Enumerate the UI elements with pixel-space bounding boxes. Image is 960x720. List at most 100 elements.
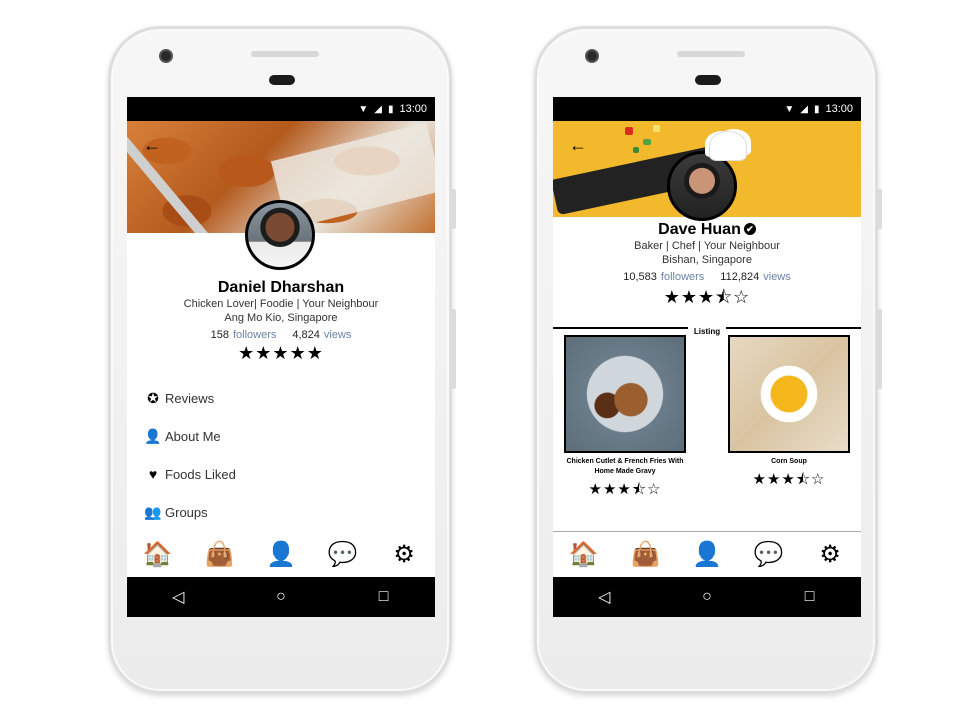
listing-image[interactable] bbox=[728, 335, 850, 453]
heart-icon: ♥ bbox=[148, 466, 158, 482]
cover-veg bbox=[625, 127, 633, 135]
system-nav-bar: ◁ ○ □ bbox=[553, 577, 861, 617]
person-icon: 👤 bbox=[144, 427, 162, 444]
menu-item-foods-liked[interactable]: ♥ Foods Liked bbox=[143, 455, 236, 493]
nav-recent-icon[interactable]: □ bbox=[364, 588, 404, 606]
screen-right: ▼ ◢ ▮ 13:00 ← Dave Huan ✔ Baker | Chef | … bbox=[553, 97, 861, 617]
battery-icon: ▮ bbox=[387, 103, 394, 115]
chef-hat-icon bbox=[709, 131, 747, 161]
power-button[interactable] bbox=[877, 189, 882, 229]
wifi-icon: ▼ bbox=[784, 103, 795, 115]
avatar[interactable] bbox=[667, 151, 737, 221]
cover-veg bbox=[653, 125, 660, 132]
status-time: 13:00 bbox=[399, 103, 427, 115]
profile-name: Daniel Dharshan bbox=[217, 279, 345, 296]
stage: ▼ ◢ ▮ 13:00 ← Daniel Dharshan Chicken Lo… bbox=[0, 0, 960, 720]
listing-cards: Chicken Cutlet & French Fries With Home … bbox=[553, 335, 861, 504]
profile-stats: 158 followers 4,824 views bbox=[127, 329, 435, 341]
nav-home-icon[interactable]: ○ bbox=[687, 588, 727, 606]
profile-name-row: Dave Huan ✔ bbox=[553, 221, 861, 239]
profile-tagline: Baker | Chef | Your Neighbour bbox=[634, 240, 780, 252]
shopping-bag-icon[interactable]: 👜 bbox=[199, 540, 239, 569]
chat-icon[interactable]: 💬 bbox=[749, 540, 789, 569]
speaker-grille bbox=[251, 51, 319, 57]
screen-left: ▼ ◢ ▮ 13:00 ← Daniel Dharshan Chicken Lo… bbox=[127, 97, 435, 617]
bottom-tab-bar: 🏠 👜 👤 💬 ⚙ bbox=[127, 531, 435, 577]
listing-card[interactable]: Chicken Cutlet & French Fries With Home … bbox=[563, 335, 687, 504]
phone-right: ▼ ◢ ▮ 13:00 ← Dave Huan ✔ Baker | Chef | … bbox=[534, 26, 882, 694]
views-count: 112,824 bbox=[720, 271, 760, 283]
status-bar: ▼ ◢ ▮ 13:00 bbox=[553, 97, 861, 121]
back-arrow-icon[interactable]: ← bbox=[569, 135, 587, 156]
menu-item-groups[interactable]: 👥 Groups bbox=[143, 493, 236, 531]
listing-rating-stars: ★★★⯪☆ bbox=[588, 481, 662, 498]
chat-icon[interactable]: 💬 bbox=[323, 540, 363, 569]
profile-icon[interactable]: 👤 bbox=[687, 540, 727, 569]
profile-location: Bishan, Singapore bbox=[662, 254, 752, 266]
profile-tagline: Chicken Lover| Foodie | Your Neighbour bbox=[183, 298, 379, 310]
profile-info: Daniel Dharshan Chicken Lover| Foodie | … bbox=[127, 279, 435, 364]
settings-icon[interactable]: ⚙ bbox=[810, 540, 850, 569]
speaker-grille bbox=[677, 51, 745, 57]
profile-info: Dave Huan ✔ Baker | Chef | Your Neighbour… bbox=[553, 221, 861, 315]
followers-label[interactable]: followers bbox=[233, 329, 276, 341]
profile-menu: ✪ Reviews 👤 About Me ♥ Foods Liked 👥 Gro… bbox=[143, 379, 236, 531]
phone-left: ▼ ◢ ▮ 13:00 ← Daniel Dharshan Chicken Lo… bbox=[108, 26, 456, 694]
status-bar: ▼ ◢ ▮ 13:00 bbox=[127, 97, 435, 121]
shopping-bag-icon[interactable]: 👜 bbox=[625, 540, 665, 569]
listing-title: Listing bbox=[687, 327, 727, 336]
menu-item-reviews[interactable]: ✪ Reviews bbox=[143, 379, 236, 417]
followers-label[interactable]: followers bbox=[661, 271, 704, 283]
back-arrow-icon[interactable]: ← bbox=[143, 135, 161, 156]
reviews-icon: ✪ bbox=[147, 389, 159, 406]
home-icon[interactable]: 🏠 bbox=[138, 540, 178, 569]
menu-item-about-me[interactable]: 👤 About Me bbox=[143, 417, 236, 455]
profile-stats: 10,583 followers 112,824 views bbox=[553, 271, 861, 283]
nav-recent-icon[interactable]: □ bbox=[790, 588, 830, 606]
profile-location: Ang Mo Kio, Singapore bbox=[224, 312, 338, 324]
listing-section: Listing Chicken Cutlet & French Fries Wi… bbox=[553, 321, 861, 504]
rating-stars: ★★★⯪☆ bbox=[663, 287, 751, 307]
bottom-tab-bar: 🏠 👜 👤 💬 ⚙ bbox=[553, 531, 861, 577]
signal-icon: ◢ bbox=[374, 103, 382, 115]
profile-name: Dave Huan bbox=[658, 221, 741, 238]
home-icon[interactable]: 🏠 bbox=[564, 540, 604, 569]
battery-icon: ▮ bbox=[813, 103, 820, 115]
followers-count[interactable]: 10,583 bbox=[623, 271, 657, 283]
listing-title[interactable]: Chicken Cutlet & French Fries With Home … bbox=[563, 457, 687, 477]
listing-rating-stars: ★★★⯪☆ bbox=[752, 471, 826, 488]
listing-image[interactable] bbox=[564, 335, 686, 453]
cover-veg bbox=[643, 139, 651, 145]
earpiece bbox=[695, 75, 721, 85]
menu-item-label: Groups bbox=[165, 504, 208, 520]
signal-icon: ◢ bbox=[800, 103, 808, 115]
nav-home-icon[interactable]: ○ bbox=[261, 588, 301, 606]
volume-button[interactable] bbox=[877, 309, 882, 389]
wifi-icon: ▼ bbox=[358, 103, 369, 115]
avatar[interactable] bbox=[245, 200, 315, 270]
nav-back-icon[interactable]: ◁ bbox=[158, 587, 198, 607]
volume-button[interactable] bbox=[451, 309, 456, 389]
listing-header: Listing bbox=[553, 321, 861, 336]
system-nav-bar: ◁ ○ □ bbox=[127, 577, 435, 617]
followers-count[interactable]: 158 bbox=[211, 329, 229, 341]
views-count: 4,824 bbox=[292, 329, 320, 341]
status-time: 13:00 bbox=[825, 103, 853, 115]
menu-item-label: About Me bbox=[165, 428, 221, 444]
verified-badge-icon: ✔ bbox=[743, 223, 756, 235]
rating-stars: ★★★★★ bbox=[238, 343, 324, 363]
front-camera bbox=[159, 49, 173, 63]
profile-icon[interactable]: 👤 bbox=[261, 540, 301, 569]
cover-veg bbox=[633, 147, 639, 153]
nav-back-icon[interactable]: ◁ bbox=[584, 587, 624, 607]
earpiece bbox=[269, 75, 295, 85]
views-label: views bbox=[323, 329, 352, 341]
menu-item-label: Foods Liked bbox=[165, 466, 236, 482]
cover-tongs bbox=[127, 125, 215, 233]
settings-icon[interactable]: ⚙ bbox=[384, 540, 424, 569]
listing-title[interactable]: Corn Soup bbox=[727, 457, 851, 467]
power-button[interactable] bbox=[451, 189, 456, 229]
views-label: views bbox=[763, 271, 791, 283]
menu-item-label: Reviews bbox=[165, 390, 215, 406]
listing-card[interactable]: Corn Soup ★★★⯪☆ bbox=[727, 335, 851, 504]
